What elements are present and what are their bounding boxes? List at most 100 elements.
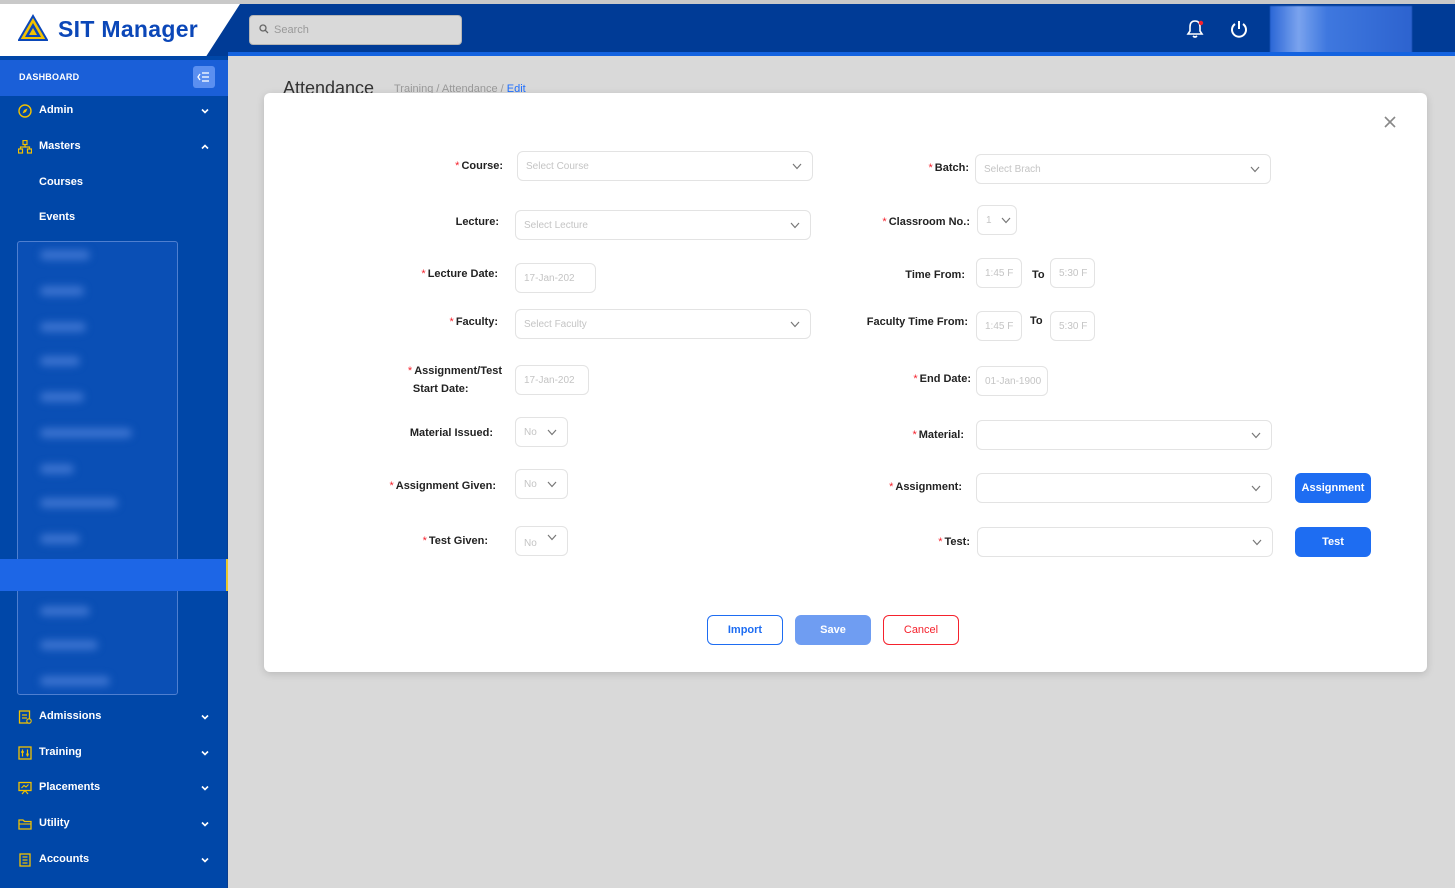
material-select[interactable] [976, 420, 1272, 450]
import-button[interactable]: Import [707, 615, 783, 645]
end-date-value: 01-Jan-1900 [985, 376, 1042, 387]
sidebar-item-utility[interactable]: Utility [0, 809, 228, 839]
chevron-down-icon [790, 321, 800, 328]
time-from-value: 1:45 F [985, 268, 1014, 279]
attendance-edit-modal: * Course: Select Course * Batch: Select Br… [264, 93, 1427, 672]
search-box[interactable] [249, 15, 462, 45]
chevron-down-icon [201, 108, 209, 114]
test-given-label: * Test Given: [422, 535, 488, 547]
material-label: * Material: [912, 429, 964, 441]
sidebar-item-placements[interactable]: Placements [0, 773, 228, 803]
chevron-down-icon [1251, 485, 1261, 492]
batch-placeholder: Select Brach [984, 164, 1041, 175]
assignment-start-date-picker[interactable]: 17-Jan-202 [515, 365, 589, 395]
lecture-select[interactable]: Select Lecture [515, 210, 811, 240]
end-date-picker[interactable]: 01-Jan-1900 [976, 366, 1048, 396]
chevron-down-icon [547, 429, 557, 436]
material-issued-select[interactable]: No [515, 417, 568, 447]
close-icon[interactable] [1383, 115, 1397, 129]
sidebar-subitem-events[interactable]: Events [0, 203, 228, 233]
time-to-picker[interactable]: 5:30 F [1050, 258, 1095, 288]
chevron-down-icon [201, 785, 209, 791]
chevron-down-icon [201, 714, 209, 720]
chevron-down-icon [1001, 217, 1011, 224]
sidebar-item-label: Placements [39, 781, 101, 793]
time-to-value: 5:30 F [1059, 268, 1088, 279]
faculty-time-to-label: To [1030, 315, 1043, 327]
header-accent-strip [228, 52, 1455, 56]
presentation-icon [18, 781, 32, 795]
faculty-time-to-value: 5:30 F [1059, 321, 1088, 332]
end-date-label: * End Date: [913, 373, 971, 385]
assignment-select[interactable] [976, 473, 1272, 503]
assignment-label: * Assignment: [889, 481, 962, 493]
sidebar-toggle-button[interactable] [193, 66, 215, 88]
sidebar-item-training[interactable]: Training [0, 738, 228, 768]
top-header: SIT Manager [0, 0, 1455, 56]
user-profile-avatar[interactable] [1270, 6, 1412, 54]
sidebar-item-label: Masters [39, 140, 81, 152]
search-input[interactable] [274, 20, 454, 40]
sidebar-item-masters[interactable]: Masters [0, 132, 228, 162]
lecture-placeholder: Select Lecture [524, 220, 588, 231]
assignment-button[interactable]: Assignment [1295, 473, 1371, 503]
notification-bell-icon[interactable] [1184, 18, 1206, 40]
brand-area: SIT Manager [0, 4, 240, 56]
test-button[interactable]: Test [1295, 527, 1371, 557]
classroom-value: 1 [986, 215, 992, 226]
chevron-down-icon [792, 163, 802, 170]
sidebar-subitem-courses[interactable]: Courses [0, 168, 228, 198]
batch-label: * Batch: [928, 162, 969, 174]
save-button[interactable]: Save [795, 615, 871, 645]
folder-icon [18, 819, 32, 830]
faculty-select[interactable]: Select Faculty [515, 309, 811, 339]
course-select[interactable]: Select Course [517, 151, 813, 181]
chevron-down-icon [201, 857, 209, 863]
app-name: SIT Manager [58, 16, 199, 42]
faculty-time-from-value: 1:45 F [985, 321, 1014, 332]
time-from-picker[interactable]: 1:45 F [976, 258, 1022, 288]
classroom-select[interactable]: 1 [977, 205, 1017, 235]
sidebar-item-admissions[interactable]: Admissions [0, 702, 228, 732]
lecture-date-picker[interactable]: 17-Jan-202 [515, 263, 596, 293]
test-given-select[interactable]: No [515, 526, 568, 556]
faculty-time-to-picker[interactable]: 5:30 F [1050, 311, 1095, 341]
sidebar-item-admin[interactable]: Admin [0, 96, 228, 126]
material-issued-label: Material Issued: [409, 427, 493, 439]
sidebar-item-accounts[interactable]: Accounts [0, 845, 228, 875]
sidebar: DASHBOARD Admin Masters Courses Events A… [0, 56, 228, 888]
sidebar-active-item[interactable] [0, 559, 228, 591]
compass-icon [18, 104, 32, 118]
chevron-down-icon [201, 821, 209, 827]
assignment-start-label: * Assignment/Test Start Date: [407, 365, 502, 395]
sidebar-subitem-label: Courses [39, 176, 84, 188]
assignment-given-value: No [524, 479, 537, 490]
search-icon [259, 24, 269, 34]
app-logo-icon [18, 14, 48, 41]
assignment-start-date-value: 17-Jan-202 [524, 375, 575, 386]
clipboard-icon [18, 710, 32, 724]
sidebar-dashboard[interactable]: DASHBOARD [0, 60, 228, 96]
faculty-placeholder: Select Faculty [524, 319, 587, 330]
cancel-button[interactable]: Cancel [883, 615, 959, 645]
chevron-down-icon [1250, 166, 1260, 173]
sidebar-item-label: Utility [39, 817, 70, 829]
batch-select[interactable]: Select Brach [975, 154, 1271, 184]
faculty-time-from-picker[interactable]: 1:45 F [976, 311, 1022, 341]
sidebar-item-label: Admin [39, 104, 74, 116]
ledger-icon [19, 853, 31, 867]
power-icon[interactable] [1228, 18, 1250, 40]
test-select[interactable] [977, 527, 1273, 557]
chevron-down-icon [201, 750, 209, 756]
material-issued-value: No [524, 427, 537, 438]
sidebar-item-label: Training [39, 746, 82, 758]
test-given-value: No [524, 538, 537, 549]
chevron-down-icon [547, 534, 557, 541]
assignment-given-label: * Assignment Given: [389, 480, 496, 492]
test-label: * Test: [938, 536, 970, 548]
chevron-up-icon [201, 144, 209, 150]
assignment-given-select[interactable]: No [515, 469, 568, 499]
chevron-down-icon [1252, 539, 1262, 546]
sidebar-dashboard-label: DASHBOARD [19, 72, 80, 82]
course-placeholder: Select Course [526, 161, 589, 172]
